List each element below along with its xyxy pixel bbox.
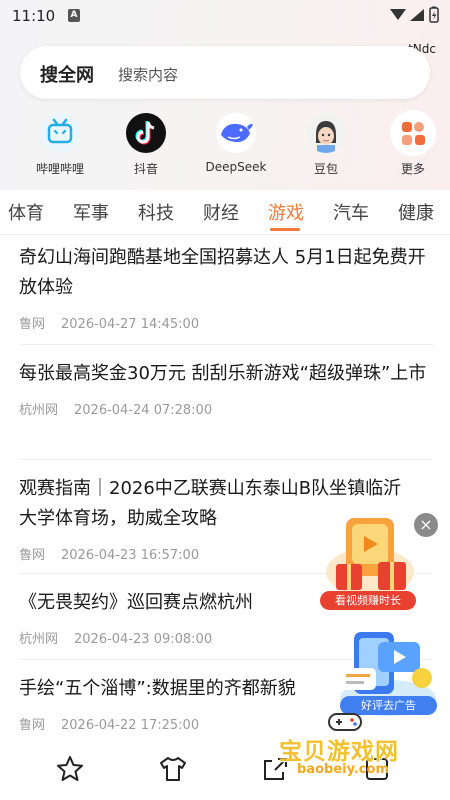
news-time: 2026-04-23 09:08:00 — [74, 632, 213, 647]
search-brand: 搜全网 — [40, 65, 94, 86]
star-icon[interactable] — [55, 754, 85, 784]
news-time: 2026-04-23 16:57:00 — [61, 548, 200, 563]
app-screen: 11:10 A tNdc 搜全网 搜索内容 哔哩哔哩 抖音 DeepSeek 豆… — [0, 0, 450, 800]
quick-apps: 哔哩哔哩 抖音 DeepSeek 豆包 更多 — [0, 108, 450, 183]
news-divider — [19, 344, 433, 345]
app-more[interactable]: 更多 — [378, 108, 448, 177]
news-time: 2026-04-22 17:25:00 — [61, 718, 200, 733]
more-apps-icon — [390, 110, 436, 156]
app-bilibili[interactable]: 哔哩哔哩 — [25, 108, 95, 177]
bilibili-icon — [40, 113, 80, 153]
active-tab-indicator — [270, 228, 300, 231]
tab-tech[interactable]: 科技 — [138, 199, 174, 225]
news-item[interactable]: 奇幻山海间跑酷基地全国招募达人 5月1日起免费开放体验 鲁网 2026-04-27… — [19, 243, 433, 332]
news-meta: 鲁网 2026-04-27 14:45:00 — [19, 313, 433, 332]
tab-auto[interactable]: 汽车 — [333, 199, 369, 225]
news-item[interactable]: 每张最高奖金30万元 刮刮乐新游戏“超级弹珠”上市 杭州网 2026-04-24 … — [19, 359, 433, 418]
app-douyin[interactable]: 抖音 — [111, 108, 181, 177]
news-source: 鲁网 — [19, 718, 46, 733]
app-doubao[interactable]: 豆包 — [291, 108, 361, 177]
app-label-bilibili: 哔哩哔哩 — [35, 162, 84, 176]
news-source: 鲁网 — [19, 317, 46, 332]
tab-health[interactable]: 健康 — [398, 199, 434, 225]
news-time: 2026-04-27 14:45:00 — [61, 317, 200, 332]
tab-military[interactable]: 军事 — [73, 199, 109, 225]
search-input[interactable]: 搜索内容 — [118, 64, 178, 85]
news-meta: 杭州网 2026-04-24 07:28:00 — [19, 399, 433, 418]
app-label-deepseek: DeepSeek — [205, 160, 267, 174]
news-time: 2026-04-24 07:28:00 — [74, 403, 213, 418]
search-box[interactable]: 搜全网 搜索内容 — [20, 46, 430, 99]
status-bar: 11:10 A — [0, 0, 450, 32]
gamepad-icon — [328, 713, 362, 731]
news-title: 每张最高奖金30万元 刮刮乐新游戏“超级弹珠”上市 — [19, 363, 427, 384]
tab-sports[interactable]: 体育 — [8, 199, 44, 225]
douyin-icon — [126, 113, 166, 153]
news-source: 杭州网 — [19, 632, 59, 647]
deepseek-icon — [216, 113, 256, 153]
tab-games[interactable]: 游戏 — [268, 199, 304, 225]
notification-icon: A — [68, 9, 80, 22]
status-time: 11:10 — [12, 7, 56, 25]
tabs-divider — [0, 234, 450, 235]
shirt-icon[interactable] — [158, 754, 188, 784]
watermark-text: 宝贝游戏网 — [279, 739, 399, 765]
signal-battery-icons — [390, 6, 439, 23]
news-divider — [19, 459, 433, 460]
news-title: 奇幻山海间跑酷基地全国招募达人 5月1日起免费开放体验 — [19, 247, 426, 298]
tab-finance[interactable]: 财经 — [203, 199, 239, 225]
app-label-more: 更多 — [400, 162, 425, 176]
doubao-icon — [306, 113, 346, 153]
app-label-douyin: 抖音 — [133, 162, 158, 176]
watermark-url: baobeiy.com — [297, 762, 389, 777]
video-reward-label[interactable]: 看视频赚时长 — [320, 591, 416, 610]
news-source: 杭州网 — [19, 403, 59, 418]
watermark-logo: 宝贝游戏网 baobeiy.com — [275, 713, 425, 782]
app-deepseek[interactable]: DeepSeek — [201, 108, 271, 174]
news-source: 鲁网 — [19, 548, 46, 563]
app-label-doubao: 豆包 — [313, 162, 338, 176]
category-tabs: 体育 军事 科技 财经 游戏 汽车 健康 — [0, 190, 450, 234]
